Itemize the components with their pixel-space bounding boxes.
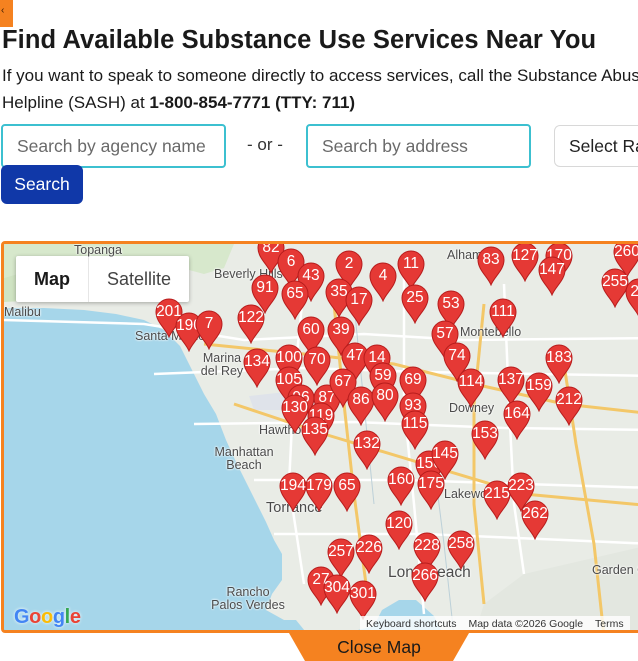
location-marker[interactable]: 111: [488, 298, 518, 338]
location-marker[interactable]: 114: [456, 368, 486, 408]
marker-label: 57: [436, 325, 454, 342]
intro-prefix: Helpline (SASH) at: [2, 93, 150, 112]
location-marker[interactable]: 134: [242, 348, 272, 388]
map-type-satellite-button[interactable]: Satellite: [89, 256, 189, 302]
close-map-button[interactable]: Close Map: [289, 633, 469, 661]
address-search-input[interactable]: [306, 124, 531, 168]
location-marker[interactable]: 258: [446, 530, 476, 570]
location-marker[interactable]: 226: [354, 534, 384, 574]
location-marker[interactable]: 115: [400, 410, 430, 450]
marker-label: 175: [418, 475, 444, 492]
place-label: Manhattan Beach: [214, 445, 274, 472]
marker-label: 262: [522, 505, 548, 522]
marker-label: 2: [344, 255, 354, 272]
location-marker[interactable]: 83: [476, 246, 506, 286]
location-marker[interactable]: 25: [400, 284, 430, 324]
radius-select[interactable]: Select Radius: [554, 125, 638, 167]
marker-label: 39: [332, 321, 350, 338]
intro-line-2: Helpline (SASH) at 1-800-854-7771 (TTY: …: [2, 89, 638, 116]
marker-label: 134: [244, 353, 270, 370]
location-marker[interactable]: 183: [544, 344, 574, 384]
chevron-left-icon: ‹: [1, 5, 5, 16]
close-map-label: Close Map: [337, 637, 421, 657]
marker-label: 257: [328, 543, 354, 560]
marker-label: 11: [402, 255, 420, 272]
marker-label: 212: [556, 391, 582, 408]
location-marker[interactable]: 266: [410, 562, 440, 602]
map-type-control: Map Satellite: [16, 256, 190, 302]
marker-label: 164: [504, 405, 530, 422]
map-container[interactable]: Map Satellite Topanga Beverly Hills Alha…: [1, 241, 638, 633]
helpline-tty: (TTY: 711): [275, 93, 356, 112]
marker-label: 153: [472, 425, 498, 442]
marker-label: 132: [354, 435, 380, 452]
or-separator: - or -: [247, 135, 283, 154]
location-marker[interactable]: 262: [520, 500, 550, 540]
agency-search-input[interactable]: [1, 124, 226, 168]
corner-tab[interactable]: ‹: [0, 0, 13, 27]
location-marker[interactable]: 164: [502, 400, 532, 440]
intro-line-1: If you want to speak to someone directly…: [2, 66, 638, 85]
marker-label: 266: [412, 567, 438, 584]
marker-label: 228: [414, 537, 440, 554]
location-marker[interactable]: 26: [624, 278, 638, 318]
marker-label: 91: [256, 279, 274, 296]
marker-label: 111: [491, 303, 515, 320]
marker-label: 258: [448, 535, 474, 552]
marker-label: 60: [302, 321, 320, 338]
marker-label: 301: [350, 585, 376, 602]
marker-label: 114: [458, 373, 484, 390]
marker-label: 223: [508, 477, 534, 494]
search-button[interactable]: Search: [1, 165, 83, 204]
location-marker[interactable]: 65: [332, 472, 362, 512]
marker-label: 135: [302, 421, 328, 438]
location-marker[interactable]: 175: [416, 470, 446, 510]
location-marker[interactable]: 212: [554, 386, 584, 426]
terms-link[interactable]: Terms: [589, 616, 630, 630]
place-label: Malibu: [4, 305, 41, 319]
location-marker[interactable]: 160: [386, 466, 416, 506]
marker-label: 122: [238, 309, 264, 326]
marker-label: 17: [350, 291, 368, 308]
keyboard-shortcuts-link[interactable]: Keyboard shortcuts: [360, 616, 462, 630]
marker-label: 145: [432, 445, 458, 462]
marker-label: 115: [402, 415, 428, 432]
map-data-label: Map data ©2026 Google: [468, 618, 584, 630]
marker-label: 74: [448, 347, 466, 364]
location-marker[interactable]: 65: [280, 280, 310, 320]
location-marker[interactable]: 135: [300, 416, 330, 456]
location-marker[interactable]: 132: [352, 430, 382, 470]
marker-label: 70: [308, 351, 326, 368]
location-marker[interactable]: 301: [348, 580, 378, 620]
marker-label: 7: [204, 315, 214, 332]
intro-text: If you want to speak to someone directly…: [2, 62, 638, 116]
location-marker[interactable]: 7: [194, 310, 224, 350]
marker-label: 65: [338, 477, 356, 494]
location-marker[interactable]: 147: [537, 256, 567, 296]
marker-label: 260: [614, 243, 638, 260]
map-attribution: Keyboard shortcuts Map data ©2026 Google…: [360, 616, 630, 630]
place-label: Rancho Palos Verdes: [211, 585, 285, 612]
location-marker[interactable]: 153: [470, 420, 500, 460]
marker-label: 183: [546, 349, 572, 366]
map-type-map-button[interactable]: Map: [16, 256, 89, 302]
marker-label: 65: [286, 285, 304, 302]
marker-label: 83: [482, 251, 500, 268]
marker-label: 25: [406, 289, 424, 306]
marker-label: 53: [442, 295, 460, 312]
page-title: Find Available Substance Use Services Ne…: [2, 26, 597, 54]
place-label: Topanga: [74, 243, 122, 257]
place-label: Garden Grove: [592, 563, 638, 577]
marker-label: 160: [388, 471, 414, 488]
marker-label: 147: [539, 261, 565, 278]
google-logo: Google: [14, 606, 81, 628]
marker-label: 120: [386, 515, 412, 532]
location-marker[interactable]: 122: [236, 304, 266, 344]
marker-label: 26: [622, 283, 638, 301]
helpline-phone[interactable]: 1-800-854-7771: [149, 93, 270, 112]
